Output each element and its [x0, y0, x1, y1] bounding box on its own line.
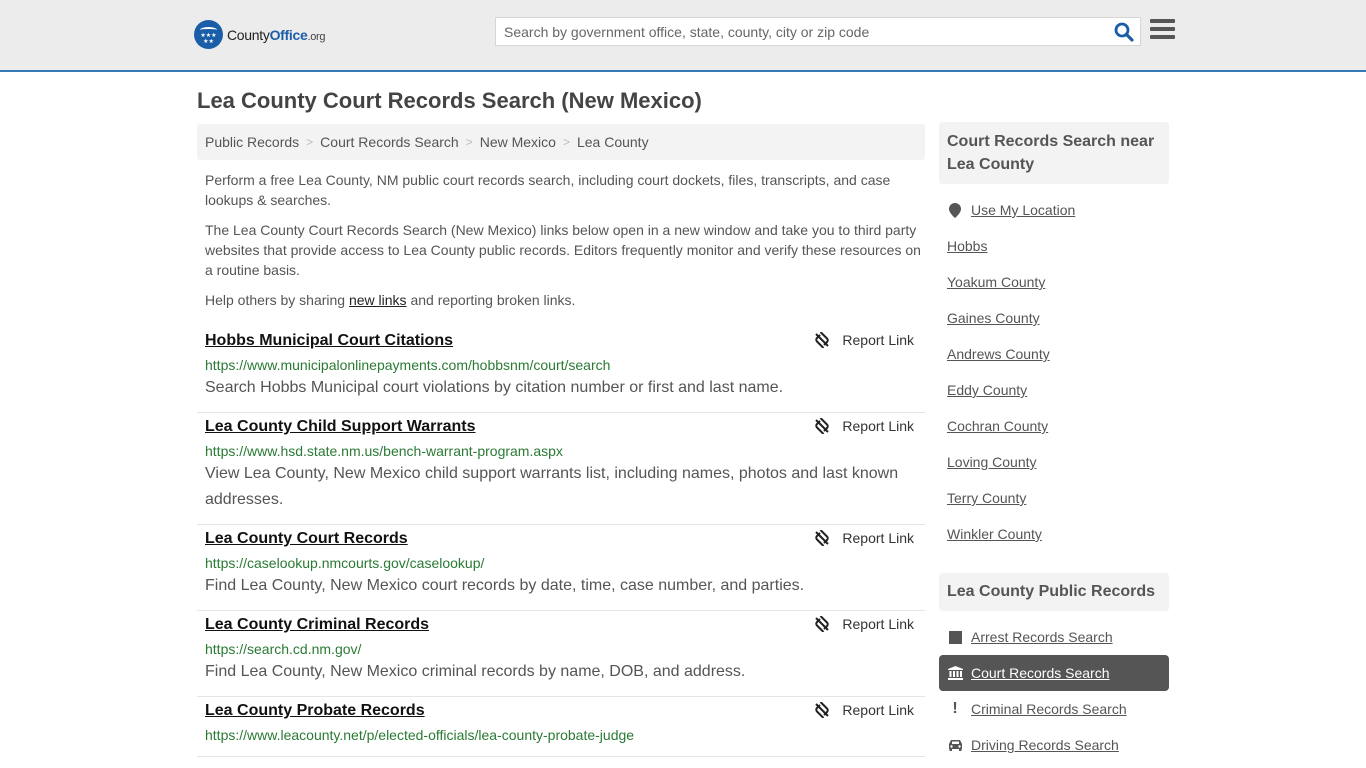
nearby-link-yoakum-county[interactable]: Yoakum County: [947, 274, 1045, 290]
logo[interactable]: ★★★ ★★ CountyOffice.org: [194, 20, 326, 49]
result-title-link[interactable]: Lea County Court Records: [205, 529, 408, 549]
result-description: Find Lea County, New Mexico criminal rec…: [205, 663, 746, 680]
new-links-link[interactable]: new links: [349, 292, 407, 308]
use-my-location-link[interactable]: Use My Location: [971, 202, 1075, 218]
breadcrumb-separator: >: [465, 135, 473, 149]
nearby-item: Winkler County: [947, 516, 1169, 552]
nearby-item: Eddy County: [947, 372, 1169, 408]
breadcrumb-new-mexico[interactable]: New Mexico: [480, 134, 556, 150]
arrest-records-search-link[interactable]: Arrest Records Search: [971, 629, 1113, 645]
breadcrumb-public-records[interactable]: Public Records: [205, 134, 299, 150]
exclamation-icon: !: [952, 700, 958, 717]
nearby-item: Yoakum County: [947, 264, 1169, 300]
logo-eagle-icon: ★★★ ★★: [194, 20, 223, 49]
result-description: Find Lea County, New Mexico court record…: [205, 577, 805, 594]
intro-paragraph-2: The Lea County Court Records Search (New…: [205, 222, 921, 278]
report-link-button[interactable]: Report Link: [814, 530, 914, 546]
search-button[interactable]: [1114, 22, 1134, 42]
nearby-link-hobbs[interactable]: Hobbs: [947, 238, 987, 254]
breadcrumb-separator: >: [306, 135, 314, 149]
public-records-list: Arrest Records Search Court Records Sear…: [939, 619, 1169, 763]
courthouse-icon: [947, 666, 963, 680]
result-item: Lea County Criminal Records https://sear…: [197, 611, 925, 697]
result-item: Hobbs Municipal Court Citations https://…: [197, 327, 925, 413]
breadcrumb-separator: >: [562, 135, 570, 149]
search-input[interactable]: [496, 18, 1106, 45]
report-link-button[interactable]: Report Link: [814, 616, 914, 632]
nearby-link-winkler-county[interactable]: Winkler County: [947, 526, 1042, 542]
broken-link-icon: [815, 332, 830, 348]
result-description: Search Hobbs Municipal court violations …: [205, 379, 784, 396]
use-my-location-item: Use My Location: [947, 192, 1169, 228]
court-records-search-link[interactable]: Court Records Search: [971, 665, 1110, 681]
nearby-link-loving-county[interactable]: Loving County: [947, 454, 1037, 470]
result-url[interactable]: https://search.cd.nm.gov/: [205, 639, 917, 659]
intro-paragraph-1: Perform a free Lea County, NM public cou…: [205, 172, 891, 208]
search-bar: [495, 17, 1141, 46]
public-records-item-active: Court Records Search: [939, 655, 1169, 691]
site-header: ★★★ ★★ CountyOffice.org: [0, 0, 1366, 72]
broken-link-icon: [815, 616, 830, 632]
report-link-button[interactable]: Report Link: [814, 418, 914, 434]
nearby-item: Cochran County: [947, 408, 1169, 444]
breadcrumb-court-records-search[interactable]: Court Records Search: [320, 134, 459, 150]
logo-text: CountyOffice.org: [227, 26, 326, 43]
result-item: Lea County Probate Records https://www.l…: [197, 697, 925, 757]
intro-paragraph-3: Help others by sharing new links and rep…: [205, 292, 576, 308]
nearby-item: Terry County: [947, 480, 1169, 516]
search-icon: [1114, 22, 1134, 42]
result-url[interactable]: https://caselookup.nmcourts.gov/caselook…: [205, 553, 917, 573]
broken-link-icon: [815, 702, 830, 718]
result-item: Lea County Court Records https://caseloo…: [197, 525, 925, 611]
page-title: Lea County Court Records Search (New Mex…: [197, 88, 702, 113]
nearby-link-gaines-county[interactable]: Gaines County: [947, 310, 1040, 326]
result-title-link[interactable]: Lea County Child Support Warrants: [205, 417, 476, 437]
public-records-item: Arrest Records Search: [947, 619, 1169, 655]
breadcrumb: Public Records > Court Records Search > …: [197, 124, 925, 160]
nearby-heading: Court Records Search near Lea County: [939, 122, 1169, 184]
result-url[interactable]: https://www.municipalonlinepayments.com/…: [205, 355, 917, 375]
nearby-item: Loving County: [947, 444, 1169, 480]
result-title-link[interactable]: Lea County Probate Records: [205, 701, 425, 721]
car-icon: [947, 739, 963, 751]
result-description: View Lea County, New Mexico child suppor…: [205, 465, 899, 508]
broken-link-icon: [815, 530, 830, 546]
intro-text: Perform a free Lea County, NM public cou…: [205, 170, 921, 320]
square-icon: [947, 630, 963, 644]
result-item: Lea County Child Support Warrants https:…: [197, 413, 925, 525]
nearby-item: Hobbs: [947, 228, 1169, 264]
public-records-item: ! Criminal Records Search: [947, 691, 1169, 727]
public-records-heading: Lea County Public Records: [939, 573, 1169, 611]
map-marker-icon: [947, 202, 963, 218]
hamburger-menu-icon: [1150, 19, 1175, 23]
result-title-link[interactable]: Hobbs Municipal Court Citations: [205, 331, 453, 351]
broken-link-icon: [815, 418, 830, 434]
nearby-link-terry-county[interactable]: Terry County: [947, 490, 1026, 506]
menu-button[interactable]: [1150, 19, 1175, 41]
result-url[interactable]: https://www.leacounty.net/p/elected-offi…: [205, 725, 917, 745]
nearby-item: Andrews County: [947, 336, 1169, 372]
nearby-link-andrews-county[interactable]: Andrews County: [947, 346, 1050, 362]
result-url[interactable]: https://www.hsd.state.nm.us/bench-warran…: [205, 441, 917, 461]
public-records-item: Driving Records Search: [947, 727, 1169, 763]
nearby-item: Gaines County: [947, 300, 1169, 336]
driving-records-search-link[interactable]: Driving Records Search: [971, 737, 1119, 753]
results-list: Hobbs Municipal Court Citations https://…: [197, 327, 925, 757]
nearby-list: Use My Location Hobbs Yoakum County Gain…: [947, 192, 1169, 552]
report-link-button[interactable]: Report Link: [814, 702, 914, 718]
nearby-link-eddy-county[interactable]: Eddy County: [947, 382, 1027, 398]
breadcrumb-lea-county[interactable]: Lea County: [577, 134, 649, 150]
nearby-link-cochran-county[interactable]: Cochran County: [947, 418, 1048, 434]
result-title-link[interactable]: Lea County Criminal Records: [205, 615, 429, 635]
report-link-button[interactable]: Report Link: [814, 332, 914, 348]
criminal-records-search-link[interactable]: Criminal Records Search: [971, 701, 1127, 717]
